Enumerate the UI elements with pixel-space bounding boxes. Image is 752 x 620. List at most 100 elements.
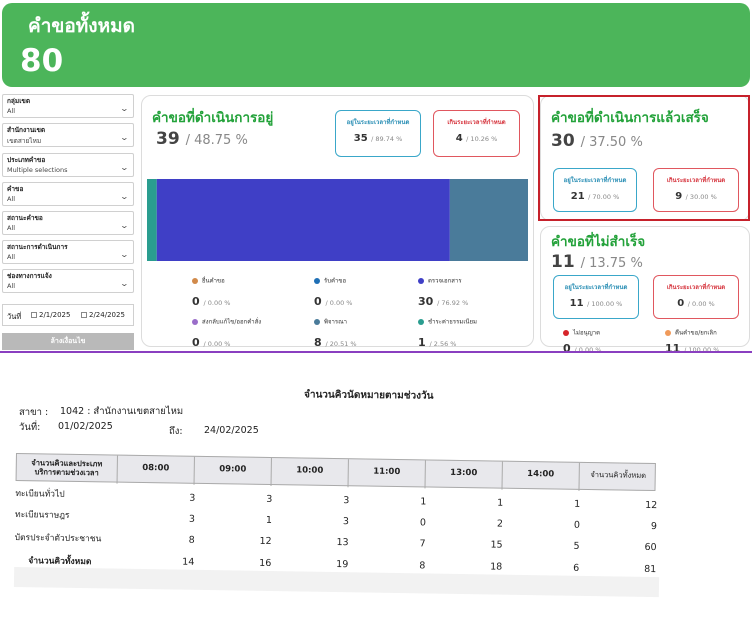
filter-label: สถานะการดำเนินการ [7, 243, 68, 251]
table-cell: 3 [342, 516, 350, 528]
filter-panel: กลุ่มเขต All ⌄ สำนักงานเขต เขตสายไหม ⌄ ป… [2, 94, 134, 350]
date-range-filter: วันที่ 2/1/2025 2/24/2025 [2, 304, 134, 326]
table-cell-total: 9 [650, 520, 658, 533]
row-label: บัตรประจำตัวประชาชน [14, 532, 102, 545]
date-to-input[interactable]: 2/24/2025 [89, 311, 125, 319]
filter-label: สถานะคำขอ [7, 214, 43, 222]
report-table: จำนวนคิวและประเภท บริการตามช่วงเวลา 08:00… [13, 453, 666, 598]
filter-value: All [7, 195, 16, 203]
table-cell: 18 [490, 561, 503, 573]
header-time-slot: 11:00 [347, 459, 425, 489]
table-cell: 7 [419, 538, 426, 550]
table-cell: 14 [182, 556, 195, 568]
table-cell: 13 [336, 537, 349, 549]
filter-district-office[interactable]: สำนักงานเขต เขตสายไหม ⌄ [2, 123, 134, 147]
header-total: จำนวนคิวทั้งหมด [578, 462, 657, 493]
filter-process-status[interactable]: สถานะการดำเนินการ All ⌄ [2, 240, 134, 264]
header-time-slot: 09:00 [193, 456, 271, 487]
table-cell: 1 [265, 514, 273, 527]
bar-segment-8[interactable] [449, 179, 528, 261]
date-label: วันที่ [7, 312, 22, 321]
in-progress-card: คำขอที่ดำเนินการอยู่ 39 / 48.75 % อยู่ใน… [141, 95, 534, 349]
failed-over-time[interactable]: เกินระยะเวลาที่กำหนด 0 / 0.00 % [653, 275, 739, 319]
filter-value: All [7, 107, 16, 115]
filter-value: Multiple selections [7, 166, 68, 174]
table-cell: 3 [188, 513, 196, 525]
chevron-down-icon: ⌄ [119, 250, 130, 259]
appointment-report: จำนวนคิวนัดหมายตามช่วงวัน สาขา : 1042 : … [6, 358, 746, 616]
legend-pay-fee: ชำระค่าธรรมเนียม 1 / 2.56 % [418, 318, 477, 349]
filter-district-group[interactable]: กลุ่มเขต All ⌄ [2, 94, 134, 118]
filter-label: กลุ่มเขต [7, 97, 31, 105]
dashboard: คำขอทั้งหมด 80 กลุ่มเขต All ⌄ สำนักงานเข… [0, 0, 752, 620]
header-service-type: จำนวนคิวและประเภท บริการตามช่วงเวลา [31, 458, 103, 478]
row-label: ทะเบียนราษฎร [14, 509, 70, 521]
chevron-down-icon: ⌄ [119, 104, 130, 113]
table-cell: 6 [573, 562, 580, 574]
table-cell: 1 [497, 497, 504, 509]
bar-segment-30[interactable] [156, 179, 450, 261]
filter-value: All [7, 253, 16, 261]
chevron-down-icon: ⌄ [119, 221, 130, 230]
legend-document-check: ตรวจเอกสาร 30 / 76.92 % [418, 277, 469, 308]
filter-request[interactable]: คำขอ All ⌄ [2, 182, 134, 206]
table-cell: 12 [259, 535, 272, 548]
bar-segment-1[interactable] [147, 179, 157, 261]
section-divider [0, 351, 752, 353]
status-stacked-bar [147, 179, 528, 261]
table-cell: 1 [574, 498, 581, 510]
filter-label: คำขอ [7, 185, 24, 193]
table-cell: 3 [266, 493, 273, 506]
table-cell: 8 [188, 534, 195, 546]
filter-request-status[interactable]: สถานะคำขอ All ⌄ [2, 211, 134, 235]
filter-value: All [7, 224, 16, 232]
filter-request-type[interactable]: ประเภทคำขอ Multiple selections ⌄ [2, 153, 134, 177]
branch-value: 1042 : สำนักงานเขตสายไหม [60, 406, 184, 417]
in-progress-within-time[interactable]: อยู่ในระยะเวลาที่กำหนด 35 / 89.74 % [335, 110, 421, 157]
filter-label: ประเภทคำขอ [7, 156, 46, 164]
to-label: ถึง: [169, 426, 183, 437]
legend-submit: ยื่นคำขอ 0 / 0.00 % [192, 277, 231, 308]
failed-within-time[interactable]: อยู่ในระยะเวลาที่กำหนด 11 / 100.00 % [553, 275, 639, 319]
clear-filters-button[interactable]: ล้างเงื่อนไข [2, 333, 134, 350]
table-cell: 0 [419, 517, 427, 529]
chevron-down-icon: ⌄ [119, 133, 130, 142]
calendar-icon[interactable] [81, 312, 87, 318]
filter-value: เขตสายไหม [7, 137, 42, 145]
header-time-slot: 13:00 [424, 460, 502, 490]
total-requests-banner: คำขอทั้งหมด 80 [2, 3, 750, 87]
filter-label: สำนักงานเขต [7, 126, 46, 134]
table-cell: 8 [419, 560, 426, 572]
filter-value: All [7, 282, 16, 290]
table-cell-total: 81 [644, 563, 657, 576]
table-cell: 5 [573, 540, 580, 552]
chevron-down-icon: ⌄ [119, 279, 130, 288]
table-cell: 16 [259, 557, 272, 570]
table-cell: 1 [420, 496, 427, 508]
table-cell-total: 12 [645, 499, 658, 512]
date-from-input[interactable]: 2/1/2025 [39, 311, 70, 319]
row-label: ทะเบียนทั่วไป [15, 488, 65, 500]
header-time-slot: 08:00 [116, 455, 194, 485]
date-label: วันที่: [19, 422, 41, 433]
date-from-value: 01/02/2025 [58, 421, 113, 432]
failed-card: คำขอที่ไม่สำเร็จ 11 / 13.75 % อยู่ในระยะ… [540, 226, 750, 355]
report-title: จำนวนคิวนัดหมายตามช่วงวัน [303, 389, 434, 402]
failed-count: 11 / 13.75 % [551, 252, 643, 272]
chevron-down-icon: ⌄ [119, 163, 130, 172]
in-progress-count: 39 / 48.75 % [156, 129, 248, 149]
table-cell-total: 60 [644, 541, 657, 554]
filter-channel[interactable]: ช่องทางการแจ้ง All ⌄ [2, 269, 134, 293]
header-time-slot: 14:00 [501, 461, 579, 491]
date-to-value: 24/02/2025 [204, 425, 259, 436]
total-row-label: จำนวนคิวทั้งหมด [28, 556, 92, 568]
in-progress-over-time[interactable]: เกินระยะเวลาที่กำหนด 4 / 10.26 % [433, 110, 520, 157]
selection-highlight [538, 95, 750, 221]
filter-label: ช่องทางการแจ้ง [7, 272, 52, 280]
in-progress-title: คำขอที่ดำเนินการอยู่ [152, 110, 274, 126]
table-cell: 3 [343, 495, 350, 507]
header-time-slot: 10:00 [270, 458, 348, 488]
legend-consider: พิจารณา 8 / 20.51 % [314, 318, 357, 349]
calendar-icon[interactable] [31, 312, 37, 318]
table-cell: 0 [573, 519, 581, 531]
